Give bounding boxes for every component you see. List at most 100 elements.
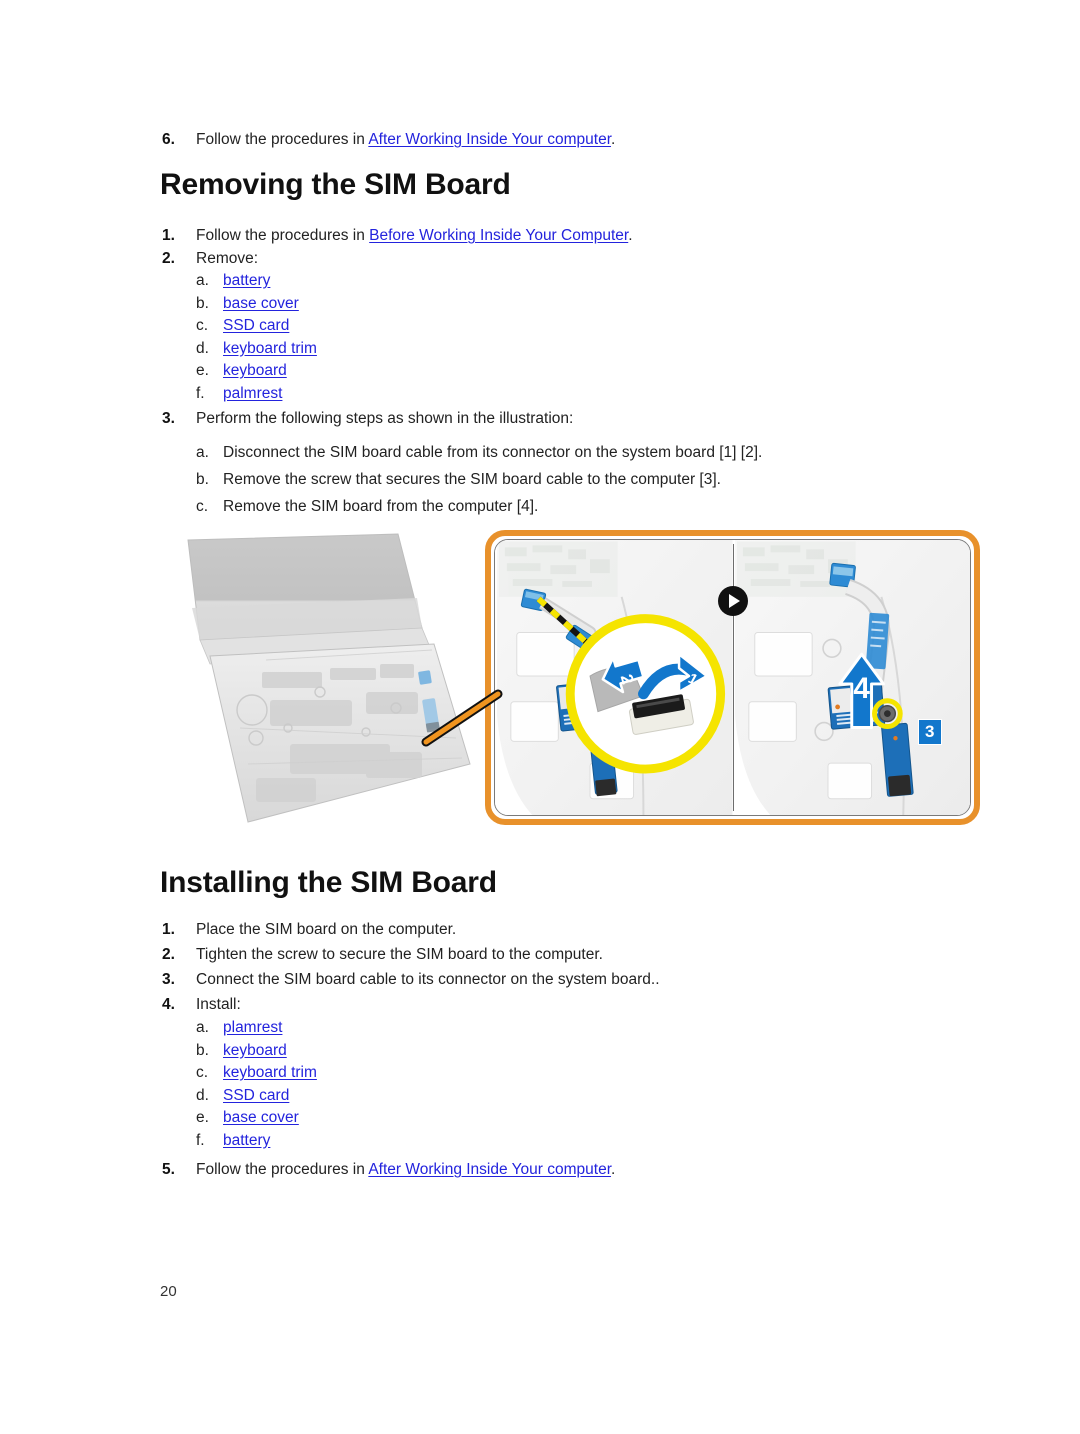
list-item: c. keyboard trim <box>196 1062 942 1085</box>
list-marker: a. <box>196 272 209 289</box>
list-item: d. SSD card <box>196 1085 942 1108</box>
step-number: 3. <box>162 410 175 427</box>
panel-divider <box>732 544 734 811</box>
step-item-5: 5. Follow the procedures in After Workin… <box>162 1158 942 1181</box>
heading-installing-the-sim-board: Installing the SIM Board <box>160 866 497 899</box>
step-number: 2. <box>162 946 175 963</box>
link-plamrest[interactable]: plamrest <box>223 1017 282 1040</box>
callout-badge-3: 3 <box>917 718 942 745</box>
install-sublist: a. plamrest b. keyboard c. keyboard trim… <box>196 1017 942 1152</box>
list-item: f. battery <box>196 1130 942 1153</box>
link-battery[interactable]: battery <box>223 1130 270 1153</box>
link-ssd-card[interactable]: SSD card <box>223 1085 289 1108</box>
illustration-panel-left: 2 1 <box>495 540 733 815</box>
list-item-text: Remove the SIM board from the computer [… <box>223 498 539 515</box>
list-marker: c. <box>196 498 209 515</box>
heading-removing-the-sim-board: Removing the SIM Board <box>160 168 511 201</box>
list-item: a. Disconnect the SIM board cable from i… <box>196 439 942 466</box>
svg-text:4: 4 <box>853 672 870 705</box>
link-keyboard[interactable]: keyboard <box>223 360 287 383</box>
step-item-2: 2. Tighten the screw to secure the SIM b… <box>162 942 942 967</box>
list-marker: c. <box>196 1064 209 1081</box>
step-text-prefix: Follow the procedures in <box>196 131 369 148</box>
step-item-6: 6. Follow the procedures in After Workin… <box>162 128 922 151</box>
step-text: Follow the procedures in After Working I… <box>196 1158 942 1181</box>
link-keyboard-trim[interactable]: keyboard trim <box>223 1062 317 1085</box>
step-text: Follow the procedures in After Working I… <box>196 128 922 151</box>
step-text: Install: <box>196 996 241 1013</box>
step-item-1: 1. Place the SIM board on the computer. <box>162 917 942 942</box>
step-text: Connect the SIM board cable to its conne… <box>196 971 660 988</box>
list-marker: c. <box>196 317 209 334</box>
list-item: a. plamrest <box>196 1017 942 1040</box>
list-marker: b. <box>196 1041 209 1059</box>
step-number: 3. <box>162 971 175 988</box>
play-arrow-icon <box>717 586 748 616</box>
list-item: c. SSD card <box>196 315 942 338</box>
remove-sublist: a. battery b. base cover c. SSD card d. … <box>196 270 942 405</box>
link-ssd-card[interactable]: SSD card <box>223 315 289 338</box>
step-text-prefix: Follow the procedures in <box>196 1161 369 1178</box>
step-text: Follow the procedures in Before Working … <box>196 224 942 247</box>
list-item: f. palmrest <box>196 383 942 406</box>
sim-board-removal-illustration: 2 1 4 3 <box>170 520 990 840</box>
link-keyboard[interactable]: keyboard <box>223 1040 287 1063</box>
step3-sublist: a. Disconnect the SIM board cable from i… <box>196 439 942 520</box>
step-item-3: 3. Connect the SIM board cable to its co… <box>162 967 942 992</box>
list-item-text: Disconnect the SIM board cable from its … <box>223 444 763 461</box>
list-marker: e. <box>196 1109 209 1126</box>
list-item: d. keyboard trim <box>196 338 942 361</box>
step-number: 4. <box>162 996 175 1013</box>
illustration-frame: 2 1 4 3 <box>485 530 980 825</box>
panel-right-artwork: 4 <box>732 540 970 815</box>
step-number: 6. <box>162 131 175 148</box>
step-number: 1. <box>162 921 175 938</box>
list-marker: b. <box>196 471 209 488</box>
list-marker: f. <box>196 384 205 402</box>
removing-steps-list: 1. Follow the procedures in Before Worki… <box>162 224 942 520</box>
step-text: Place the SIM board on the computer. <box>196 921 457 938</box>
list-marker: f. <box>196 1131 205 1149</box>
step-text: Perform the following steps as shown in … <box>196 410 574 427</box>
step-text-prefix: Follow the procedures in <box>196 227 370 244</box>
step-text-suffix: . <box>628 227 633 244</box>
link-after-working-inside-your-computer[interactable]: After Working Inside Your computer <box>368 131 611 148</box>
step-number: 2. <box>162 250 175 267</box>
installing-steps-list: 1. Place the SIM board on the computer. … <box>162 917 942 1181</box>
link-after-working-inside-your-computer[interactable]: After Working Inside Your computer <box>368 1161 611 1178</box>
step-text: Remove: <box>196 250 259 267</box>
document-page: 6. Follow the procedures in After Workin… <box>0 0 1080 1434</box>
panel-left-artwork: 2 1 <box>495 540 733 815</box>
step-item-4: 4. Install: <box>162 992 942 1017</box>
list-marker: a. <box>196 444 209 461</box>
step-number: 1. <box>162 227 175 244</box>
page-number: 20 <box>160 1283 177 1300</box>
list-item: e. base cover <box>196 1107 942 1130</box>
list-marker: b. <box>196 294 209 312</box>
link-base-cover[interactable]: base cover <box>223 293 299 316</box>
illustration-panel-right: 4 3 <box>732 540 970 815</box>
step-item-2: 2. Remove: <box>162 247 942 270</box>
step-text-suffix: . <box>611 1161 616 1178</box>
list-item: a. battery <box>196 270 942 293</box>
list-marker: a. <box>196 1019 209 1036</box>
step-item-3: 3. Perform the following steps as shown … <box>162 407 942 430</box>
step-number: 5. <box>162 1161 175 1178</box>
list-marker: e. <box>196 362 209 379</box>
step-text-suffix: . <box>611 131 616 148</box>
link-before-working-inside-your-computer[interactable]: Before Working Inside Your Computer <box>369 227 628 244</box>
list-marker: d. <box>196 339 209 357</box>
step-text: Tighten the screw to secure the SIM boar… <box>196 946 603 963</box>
link-battery[interactable]: battery <box>223 270 270 293</box>
list-marker: d. <box>196 1086 209 1104</box>
list-item: e. keyboard <box>196 360 942 383</box>
link-base-cover[interactable]: base cover <box>223 1107 299 1130</box>
list-item: b. base cover <box>196 293 942 316</box>
illustration-frame-inner: 2 1 4 3 <box>494 539 971 816</box>
link-keyboard-trim[interactable]: keyboard trim <box>223 338 317 361</box>
link-palmrest[interactable]: palmrest <box>223 383 282 406</box>
list-item-text: Remove the screw that secures the SIM bo… <box>223 471 721 488</box>
list-item: b. keyboard <box>196 1040 942 1063</box>
step-item-1: 1. Follow the procedures in Before Worki… <box>162 224 942 247</box>
callout-leader-line <box>421 689 503 747</box>
